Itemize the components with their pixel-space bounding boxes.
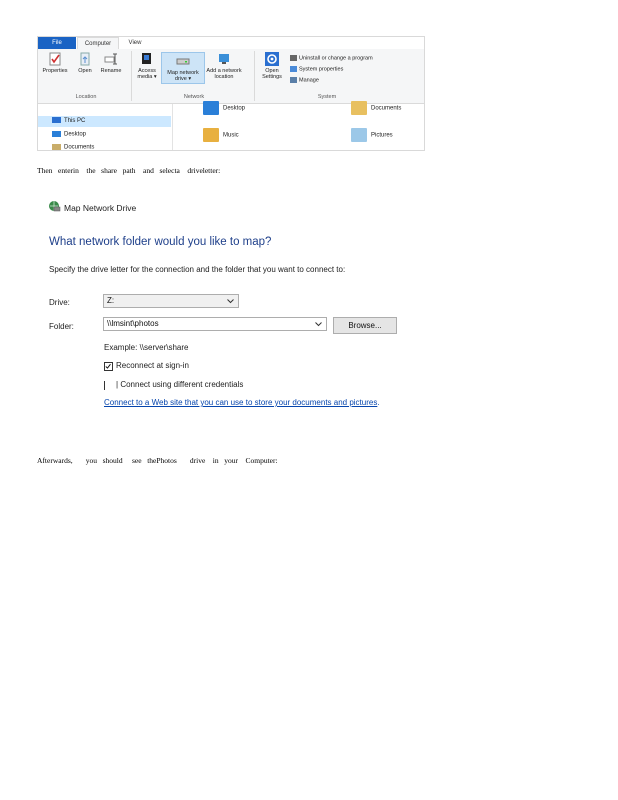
chevron-down-icon <box>227 299 234 304</box>
example-hint: Example: \\server\share <box>104 343 189 352</box>
access-media-line2: media ▾ <box>137 74 157 80</box>
manage-icon <box>290 77 297 83</box>
open-icon <box>80 52 90 66</box>
web-site-link[interactable]: Connect to a Web site that you can use t… <box>104 398 380 407</box>
group-separator <box>131 51 132 101</box>
network-drive-icon <box>49 201 61 212</box>
nav-documents[interactable]: Documents <box>52 144 95 151</box>
nav-this-pc-label: This PC <box>64 118 86 124</box>
folder-desktop-label: Desktop <box>223 105 246 112</box>
network-location-icon <box>219 54 229 64</box>
tab-computer[interactable]: Computer <box>77 37 119 49</box>
dialog-title: Map Network Drive <box>64 203 137 213</box>
folder-pictures[interactable]: Pictures <box>351 128 393 142</box>
properties-button[interactable]: Properties <box>42 52 68 74</box>
add-network-location-button[interactable]: Add a network location <box>204 52 244 80</box>
chevron-down-icon <box>315 322 322 327</box>
gear-icon <box>265 52 279 66</box>
location-group-label: Location <box>75 94 97 100</box>
folder-view: Desktop Documents Music Pictures <box>173 101 424 150</box>
dialog-description: Specify the drive letter for the connect… <box>49 265 346 274</box>
explorer-screenshot: File Computer View Properties Open Renam… <box>37 36 425 151</box>
folder-music[interactable]: Music <box>203 128 239 142</box>
reconnect-label: Reconnect at sign-in <box>116 361 189 370</box>
open-label: Open <box>78 68 92 74</box>
credentials-label-text: Connect using different credentials <box>120 380 244 389</box>
pictures-folder-icon <box>351 128 367 142</box>
drive-select[interactable]: Z: <box>103 294 239 308</box>
tab-file[interactable]: File <box>38 37 76 49</box>
dialog-heading: What network folder would you like to ma… <box>49 236 272 248</box>
manage-label: Manage <box>299 77 319 84</box>
rename-icon <box>104 53 117 65</box>
network-group-label: Network <box>183 94 205 100</box>
tab-view[interactable]: View <box>120 37 150 49</box>
nav-documents-label: Documents <box>64 144 95 151</box>
computer-icon <box>52 117 61 124</box>
uninstall-label: Uninstall or change a program <box>299 55 373 62</box>
network-drive-icon <box>176 58 190 65</box>
media-icon <box>142 53 151 64</box>
nav-desktop[interactable]: Desktop <box>52 131 86 138</box>
uninstall-program-item[interactable]: Uninstall or change a program <box>290 55 373 62</box>
open-button[interactable]: Open <box>74 52 96 74</box>
map-network-line2: drive ▾ <box>174 76 192 82</box>
rename-button[interactable]: Rename <box>98 52 124 74</box>
folder-documents[interactable]: Documents <box>351 101 401 115</box>
nav-desktop-label: Desktop <box>64 131 87 138</box>
reconnect-checkbox[interactable] <box>104 362 113 371</box>
system-properties-item[interactable]: System properties <box>290 66 343 73</box>
system-properties-icon <box>290 66 297 72</box>
uninstall-icon <box>290 55 297 61</box>
group-separator <box>254 51 255 101</box>
navigation-pane: This PC Desktop Documents <box>38 104 173 151</box>
folder-desktop[interactable]: Desktop <box>203 101 245 115</box>
open-settings-line2: Settings <box>262 74 282 80</box>
ribbon: Properties Open Rename Location Access m… <box>38 49 424 104</box>
drive-select-value: Z: <box>107 296 115 305</box>
system-properties-label: System properties <box>299 66 344 73</box>
documents-icon <box>52 144 61 150</box>
instruction-text-1: Then enterin the share path and selecta … <box>37 166 221 175</box>
properties-label: Properties <box>42 68 68 74</box>
folder-label: Folder: <box>49 322 74 331</box>
instruction-text-2: Afterwards, you should see thePhotos dri… <box>37 456 278 465</box>
link-suffix: . <box>377 398 380 407</box>
desktop-folder-icon <box>203 101 219 115</box>
different-credentials-label: | Connect using different credentials <box>116 380 244 389</box>
rename-label: Rename <box>100 68 122 74</box>
manage-item[interactable]: Manage <box>290 77 319 84</box>
browse-button[interactable]: Browse... <box>333 317 397 334</box>
map-network-drive-button[interactable]: Map network drive ▾ <box>161 52 205 84</box>
nav-this-pc[interactable]: This PC <box>38 116 171 127</box>
folder-music-label: Music <box>223 132 239 139</box>
folder-path-input[interactable]: \\lmsint\photos <box>103 317 327 331</box>
add-network-line2: location <box>214 74 234 80</box>
open-settings-button[interactable]: Open Settings <box>257 52 287 80</box>
web-site-link-text: Connect to a Web site that you can use t… <box>104 398 378 407</box>
documents-folder-icon <box>351 101 367 115</box>
desktop-icon <box>52 131 61 137</box>
system-group-label: System <box>317 94 337 100</box>
access-media-button[interactable]: Access media ▾ <box>134 52 160 80</box>
properties-icon <box>49 52 61 66</box>
music-folder-icon <box>203 128 219 142</box>
folder-pictures-label: Pictures <box>371 132 393 139</box>
drive-label: Drive: <box>49 298 70 307</box>
folder-path-value: \\lmsint\photos <box>107 319 159 328</box>
folder-documents-label: Documents <box>371 105 402 112</box>
check-icon <box>105 363 111 369</box>
different-credentials-checkbox[interactable] <box>104 381 113 390</box>
